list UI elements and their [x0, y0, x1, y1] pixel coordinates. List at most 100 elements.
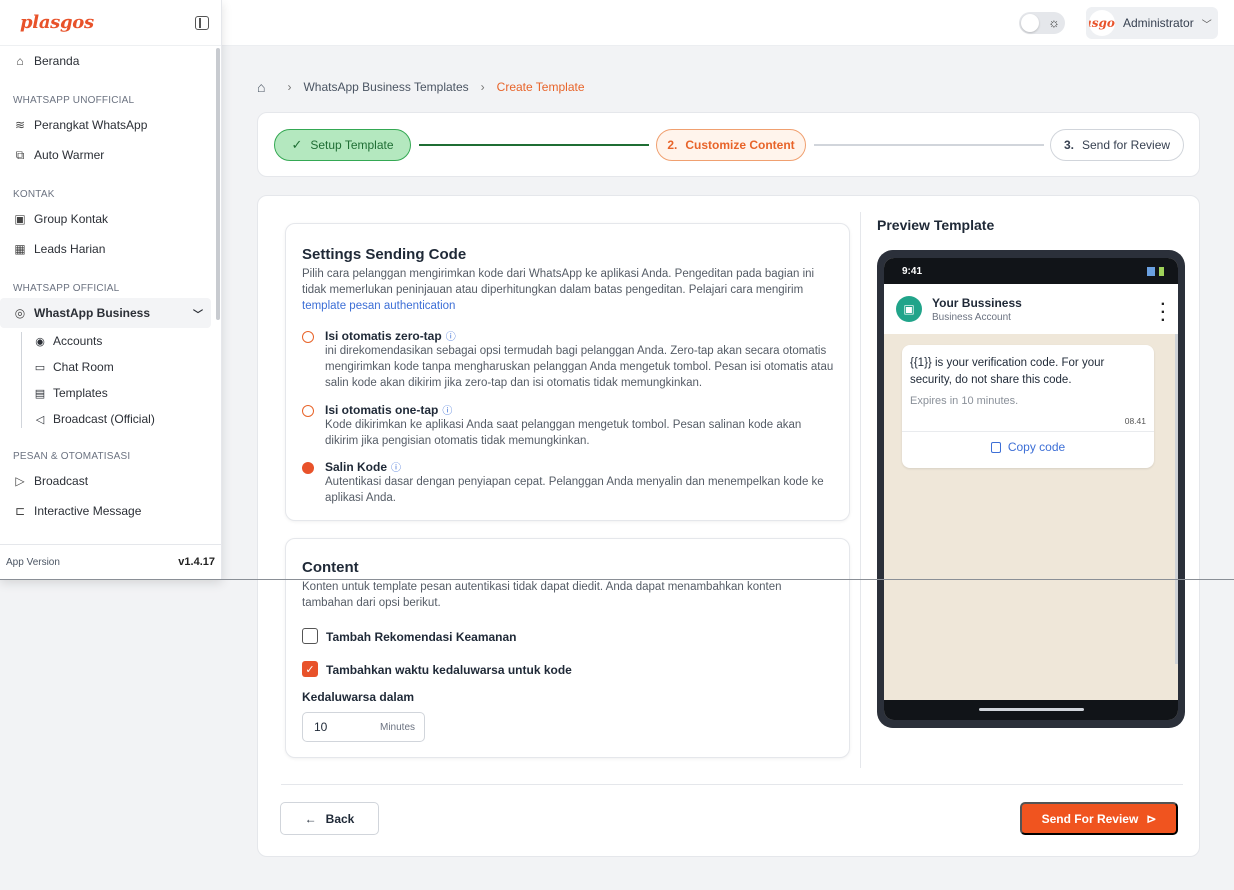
message-text: {{1}} is your verification code. For you… [910, 357, 1105, 386]
phone-screen: 9:41 ▣ Your Bussiness Business Account ·… [884, 258, 1178, 720]
info-icon[interactable]: ⓘ [446, 332, 456, 343]
option-copy-code[interactable]: Salin Kode ⓘ Autentikasi dasar dengan pen… [302, 459, 837, 506]
step-customize-content[interactable]: 2. Customize Content [656, 129, 806, 161]
more-vertical-icon: · · · [1160, 296, 1166, 329]
copy-code-radio[interactable] [302, 462, 314, 474]
option-one-tap[interactable]: Isi otomatis one-tap ⓘ Kode dikirimkan ke… [302, 402, 837, 449]
sidebar-collapse-icon[interactable] [195, 15, 209, 30]
status-time: 9:41 [902, 265, 923, 277]
security-recommendation-checkbox[interactable] [302, 628, 318, 644]
sidebar-item-broadcast[interactable]: ▷ Broadcast [0, 466, 221, 496]
arrow-left-icon: ← [304, 811, 317, 826]
one-tap-description: Kode dikirimkan ke aplikasi Anda saat pe… [325, 419, 802, 447]
sidebar-item-auto-warmer[interactable]: ⧉ Auto Warmer [0, 140, 221, 170]
copy-icon [990, 441, 1001, 453]
info-icon[interactable]: ⓘ [442, 406, 452, 417]
calendar-icon: ▦ [14, 242, 26, 256]
sidebar-item-leads-harian[interactable]: ▦ Leads Harian [0, 234, 221, 264]
expiry-unit: Minutes [379, 721, 415, 733]
sidebar-item-broadcast-official[interactable]: ◁ Broadcast (Official) [0, 406, 221, 432]
step-1-label: Setup Template [310, 138, 394, 152]
zero-tap-description: ini direkomendasikan sebagai opsi termud… [325, 345, 834, 389]
sidebar-item-templates[interactable]: ▤ Templates [0, 380, 221, 406]
step-3-number: 3. [1063, 138, 1074, 152]
settings-sending-code-panel: Settings Sending Code Pilih cara pelangg… [285, 223, 850, 521]
message-expiry-text: Expires in 10 minutes. [910, 395, 1019, 407]
content-title: Content [302, 559, 359, 576]
overlay-divider-line [0, 579, 1234, 580]
templates-icon: ▤ [34, 387, 46, 400]
breadcrumb-templates-link[interactable]: WhatsApp Business Templates [303, 80, 468, 94]
theme-toggle[interactable]: ☼ [1019, 12, 1065, 34]
brand-logo[interactable]: plasgos [20, 12, 94, 33]
expiry-time-label[interactable]: Tambahkan waktu kedaluwarsa untuk kode [326, 663, 572, 677]
phone-preview: 9:41 ▣ Your Bussiness Business Account ·… [877, 250, 1185, 728]
chevron-right-icon: › [480, 80, 485, 94]
step-send-for-review[interactable]: 3. Send for Review [1050, 129, 1184, 161]
briefcase-icon: ▣ [896, 296, 922, 322]
app-version-value: v1.4.17 [178, 556, 215, 568]
sidebar-item-label: Broadcast [34, 474, 89, 488]
sidebar-header: plasgos [0, 0, 221, 46]
back-label: Back [325, 811, 355, 826]
breadcrumb: ⌂ › WhatsApp Business Templates › Create… [257, 79, 585, 95]
megaphone-icon: ◁ [35, 413, 45, 426]
sidebar-item-whastapp-business[interactable]: ◎ WhastApp Business ﹀ [0, 298, 211, 328]
app-version-label: App Version [6, 556, 60, 568]
copy-code-title: Salin Kode [325, 460, 388, 474]
copy-code-preview-button: Copy code [902, 440, 1154, 454]
sidebar-section-label: PESAN & OTOMATISASI [13, 451, 131, 462]
send-icon: ⊳ [1146, 811, 1157, 826]
sidebar-item-group-kontak[interactable]: ▣ Group Kontak [0, 204, 221, 234]
sidebar-item-beranda[interactable]: ⌂ Beranda [0, 46, 221, 76]
sidebar-item-label: Beranda [34, 54, 80, 68]
avatar: asgo [1089, 10, 1115, 36]
authentication-template-link[interactable]: template pesan authentication [302, 300, 455, 312]
sidebar-item-perangkat-whatsapp[interactable]: ≋ Perangkat WhatsApp [0, 110, 221, 140]
contacts-icon: ▣ [14, 212, 26, 226]
settings-description: Pilih cara pelanggan mengirimkan kode da… [302, 266, 822, 314]
sidebar-item-interactive-message[interactable]: ⊏ Interactive Message [0, 496, 221, 526]
info-icon[interactable]: ⓘ [391, 463, 401, 474]
expiry-time-checkbox[interactable]: ✓ [302, 661, 318, 677]
sidebar-item-label: Perangkat WhatsApp [34, 118, 148, 132]
step-2-label: Customize Content [685, 138, 795, 152]
step-connector-done [419, 144, 649, 146]
one-tap-radio[interactable] [302, 405, 314, 417]
home-indicator [979, 708, 1084, 711]
copy-code-label: Copy code [1007, 440, 1066, 454]
sidebar-item-label: Broadcast (Official) [53, 412, 155, 426]
app-version-footer: App Version v1.4.17 [0, 544, 221, 579]
zero-tap-radio[interactable] [302, 331, 314, 343]
sidebar-section-label: KONTAK [13, 189, 55, 200]
step-3-label: Send for Review [1081, 138, 1171, 152]
back-button[interactable]: ← Back [280, 802, 379, 835]
chat-icon: ▭ [34, 361, 46, 374]
sidebar-section-label: WHATSAPP UNOFFICIAL [13, 95, 135, 106]
step-setup-template[interactable]: ✓ Setup Template [274, 129, 411, 161]
submenu-group: ◉ Accounts ▭ Chat Room ▤ Templates ◁ Broadcast … [0, 328, 221, 432]
sidebar-item-accounts[interactable]: ◉ Accounts [0, 328, 221, 354]
breadcrumb-current: Create Template [496, 80, 585, 94]
content-panel: Content Konten untuk template pesan aute… [285, 538, 850, 758]
topbar: ☼ asgo Administrator ﹀ [222, 0, 1234, 46]
chat-scroll-track [1175, 334, 1178, 664]
avatar-logo-text: asgo [1089, 16, 1115, 30]
user-menu-button[interactable]: asgo Administrator ﹀ [1086, 7, 1218, 39]
business-subtitle: Business Account [932, 311, 1011, 323]
expiry-minutes-input[interactable]: 10 Minutes [302, 712, 425, 742]
business-name: Your Bussiness [932, 295, 1022, 310]
send-for-review-button[interactable]: Send For Review ⊳ [1020, 802, 1178, 835]
sidebar-item-label: WhastApp Business [34, 306, 151, 320]
option-zero-tap[interactable]: Isi otomatis zero-tap ⓘ ini direkomendasi… [302, 328, 837, 391]
home-icon[interactable]: ⌂ [257, 79, 265, 95]
phone-status-bar: 9:41 [884, 258, 1178, 284]
sidebar-menu: ⌂ Beranda WHATSAPP UNOFFICIAL ≋ Perangkat Wh… [0, 46, 221, 544]
sidebar-item-label: Auto Warmer [34, 148, 105, 162]
message-time: 08.41 [1124, 416, 1146, 426]
sidebar-section-label: WHATSAPP OFFICIAL [13, 283, 120, 294]
sidebar-item-chat-room[interactable]: ▭ Chat Room [0, 354, 221, 380]
security-recommendation-label[interactable]: Tambah Rekomendasi Keamanan [326, 630, 517, 644]
sidebar-scrollbar[interactable] [216, 48, 220, 320]
accounts-icon: ◉ [35, 335, 45, 348]
